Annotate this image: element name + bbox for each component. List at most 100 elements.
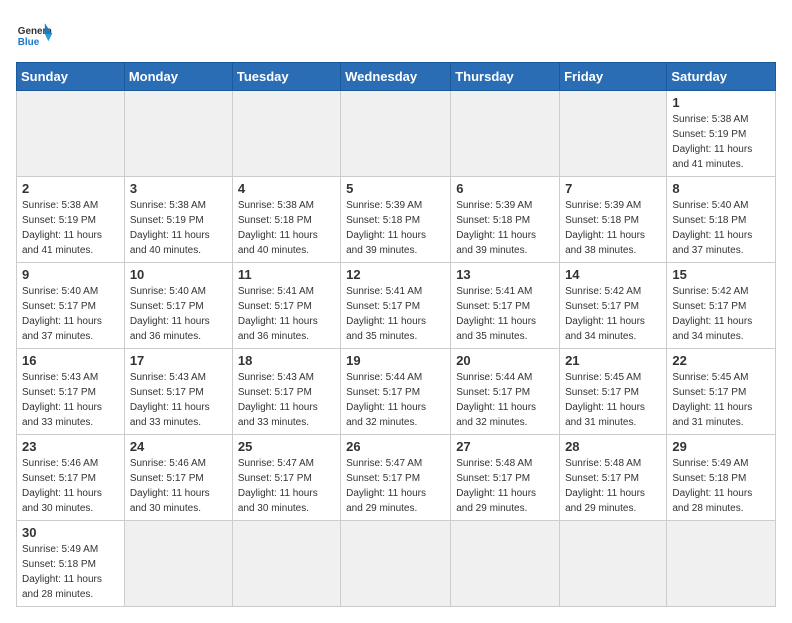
sunset-label: Sunset: 5:17 PM bbox=[456, 473, 530, 484]
sunrise-label: Sunrise: 5:46 AM bbox=[22, 458, 98, 469]
weekday-header-thursday: Thursday bbox=[451, 63, 560, 91]
day-number: 16 bbox=[22, 353, 119, 368]
sunset-label: Sunset: 5:17 PM bbox=[22, 387, 96, 398]
daylight-label: Daylight: 11 hours and 38 minutes. bbox=[565, 230, 645, 256]
day-cell: 11Sunrise: 5:41 AMSunset: 5:17 PMDayligh… bbox=[232, 263, 340, 349]
day-number: 19 bbox=[346, 353, 445, 368]
day-cell: 30Sunrise: 5:49 AMSunset: 5:18 PMDayligh… bbox=[17, 521, 125, 607]
daylight-label: Daylight: 11 hours and 40 minutes. bbox=[238, 230, 318, 256]
daylight-label: Daylight: 11 hours and 34 minutes. bbox=[672, 316, 752, 342]
day-cell bbox=[560, 91, 667, 177]
day-info: Sunrise: 5:39 AMSunset: 5:18 PMDaylight:… bbox=[456, 198, 554, 258]
sunrise-label: Sunrise: 5:48 AM bbox=[565, 458, 641, 469]
day-number: 23 bbox=[22, 439, 119, 454]
daylight-label: Daylight: 11 hours and 41 minutes. bbox=[22, 230, 102, 256]
day-info: Sunrise: 5:44 AMSunset: 5:17 PMDaylight:… bbox=[346, 370, 445, 430]
sunrise-label: Sunrise: 5:43 AM bbox=[130, 372, 206, 383]
daylight-label: Daylight: 11 hours and 37 minutes. bbox=[672, 230, 752, 256]
day-info: Sunrise: 5:43 AMSunset: 5:17 PMDaylight:… bbox=[22, 370, 119, 430]
daylight-label: Daylight: 11 hours and 37 minutes. bbox=[22, 316, 102, 342]
sunrise-label: Sunrise: 5:38 AM bbox=[238, 200, 314, 211]
day-cell: 27Sunrise: 5:48 AMSunset: 5:17 PMDayligh… bbox=[451, 435, 560, 521]
sunrise-label: Sunrise: 5:42 AM bbox=[672, 286, 748, 297]
day-cell bbox=[667, 521, 776, 607]
day-info: Sunrise: 5:38 AMSunset: 5:19 PMDaylight:… bbox=[672, 112, 770, 172]
day-number: 3 bbox=[130, 181, 227, 196]
day-info: Sunrise: 5:39 AMSunset: 5:18 PMDaylight:… bbox=[565, 198, 661, 258]
daylight-label: Daylight: 11 hours and 29 minutes. bbox=[456, 488, 536, 514]
weekday-header-saturday: Saturday bbox=[667, 63, 776, 91]
sunrise-label: Sunrise: 5:45 AM bbox=[672, 372, 748, 383]
weekday-header-wednesday: Wednesday bbox=[341, 63, 451, 91]
day-cell bbox=[124, 521, 232, 607]
day-number: 6 bbox=[456, 181, 554, 196]
sunset-label: Sunset: 5:18 PM bbox=[22, 559, 96, 570]
week-row-1: 1Sunrise: 5:38 AMSunset: 5:19 PMDaylight… bbox=[17, 91, 776, 177]
day-number: 2 bbox=[22, 181, 119, 196]
sunset-label: Sunset: 5:17 PM bbox=[672, 301, 746, 312]
day-cell bbox=[17, 91, 125, 177]
weekday-header-row: SundayMondayTuesdayWednesdayThursdayFrid… bbox=[17, 63, 776, 91]
day-cell: 25Sunrise: 5:47 AMSunset: 5:17 PMDayligh… bbox=[232, 435, 340, 521]
sunrise-label: Sunrise: 5:47 AM bbox=[346, 458, 422, 469]
week-row-6: 30Sunrise: 5:49 AMSunset: 5:18 PMDayligh… bbox=[17, 521, 776, 607]
sunset-label: Sunset: 5:17 PM bbox=[456, 387, 530, 398]
day-cell: 26 Sunrise: 5:47 AMSunset: 5:17 PMDayligh… bbox=[341, 435, 451, 521]
day-cell: 28 Sunrise: 5:48 AM Sunset: 5:17 PM Dayligh… bbox=[560, 435, 667, 521]
day-cell bbox=[124, 91, 232, 177]
logo: General Blue bbox=[16, 16, 58, 52]
day-number: 26 bbox=[346, 439, 445, 454]
sunrise-label: Sunrise: 5:40 AM bbox=[22, 286, 98, 297]
day-cell: 4Sunrise: 5:38 AMSunset: 5:18 PMDaylight… bbox=[232, 177, 340, 263]
day-number: 22 bbox=[672, 353, 770, 368]
day-info: Sunrise: 5:47 AMSunset: 5:17 PMDaylight:… bbox=[346, 456, 445, 516]
sunrise-label: Sunrise: 5:49 AM bbox=[672, 458, 748, 469]
sunset-label: Sunset: 5:17 PM bbox=[565, 473, 639, 484]
sunrise-label: Sunrise: 5:44 AM bbox=[456, 372, 532, 383]
sunrise-label: Sunrise: 5:49 AM bbox=[22, 544, 98, 555]
daylight-label: Daylight: 11 hours and 40 minutes. bbox=[130, 230, 210, 256]
day-cell: 22Sunrise: 5:45 AMSunset: 5:17 PMDayligh… bbox=[667, 349, 776, 435]
day-info: Sunrise: 5:41 AMSunset: 5:17 PMDaylight:… bbox=[238, 284, 335, 344]
sunset-label: Sunset: 5:19 PM bbox=[672, 129, 746, 140]
day-number: 10 bbox=[130, 267, 227, 282]
daylight-label: Daylight: 11 hours and 39 minutes. bbox=[346, 230, 426, 256]
day-info: Sunrise: 5:45 AMSunset: 5:17 PMDaylight:… bbox=[565, 370, 661, 430]
daylight-label: Daylight: 11 hours and 30 minutes. bbox=[238, 488, 318, 514]
calendar-table: SundayMondayTuesdayWednesdayThursdayFrid… bbox=[16, 62, 776, 607]
daylight-label: Daylight: 11 hours and 30 minutes. bbox=[130, 488, 210, 514]
day-info: Sunrise: 5:40 AM Sunset: 5:18 PM Daylight:… bbox=[672, 198, 770, 258]
day-info: Sunrise: 5:48 AM Sunset: 5:17 PM Daylight:… bbox=[565, 456, 661, 516]
daylight-label: Daylight: 11 hours and 29 minutes. bbox=[565, 488, 645, 514]
sunrise-label: Sunrise: 5:43 AM bbox=[22, 372, 98, 383]
day-info: Sunrise: 5:43 AMSunset: 5:17 PMDaylight:… bbox=[238, 370, 335, 430]
sunrise-label: Sunrise: 5:40 AM bbox=[672, 200, 748, 211]
day-cell: 21Sunrise: 5:45 AMSunset: 5:17 PMDayligh… bbox=[560, 349, 667, 435]
day-cell: 16Sunrise: 5:43 AMSunset: 5:17 PMDayligh… bbox=[17, 349, 125, 435]
day-info: Sunrise: 5:46 AMSunset: 5:17 PMDaylight:… bbox=[130, 456, 227, 516]
day-number: 28 bbox=[565, 439, 661, 454]
day-info: Sunrise: 5:44 AM Sunset: 5:17 PM Daylight:… bbox=[456, 370, 554, 430]
day-cell: 14Sunrise: 5:42 AMSunset: 5:17 PMDayligh… bbox=[560, 263, 667, 349]
day-info: Sunrise: 5:49 AMSunset: 5:18 PMDaylight:… bbox=[672, 456, 770, 516]
sunrise-label: Sunrise: 5:43 AM bbox=[238, 372, 314, 383]
sunset-label: Sunset: 5:17 PM bbox=[130, 301, 204, 312]
day-cell: 2Sunrise: 5:38 AMSunset: 5:19 PMDaylight… bbox=[17, 177, 125, 263]
day-cell bbox=[560, 521, 667, 607]
day-cell: 5Sunrise: 5:39 AMSunset: 5:18 PMDaylight… bbox=[341, 177, 451, 263]
day-info: Sunrise: 5:38 AMSunset: 5:18 PMDaylight:… bbox=[238, 198, 335, 258]
daylight-label: Daylight: 11 hours and 32 minutes. bbox=[456, 402, 536, 428]
sunset-label: Sunset: 5:19 PM bbox=[22, 215, 96, 226]
sunrise-label: Sunrise: 5:40 AM bbox=[130, 286, 206, 297]
sunset-label: Sunset: 5:17 PM bbox=[22, 301, 96, 312]
day-number: 18 bbox=[238, 353, 335, 368]
sunset-label: Sunset: 5:18 PM bbox=[672, 215, 746, 226]
sunrise-label: Sunrise: 5:44 AM bbox=[346, 372, 422, 383]
day-cell: 1Sunrise: 5:38 AMSunset: 5:19 PMDaylight… bbox=[667, 91, 776, 177]
weekday-header-sunday: Sunday bbox=[17, 63, 125, 91]
day-cell bbox=[451, 521, 560, 607]
sunset-label: Sunset: 5:17 PM bbox=[238, 301, 312, 312]
day-info: Sunrise: 5:38 AMSunset: 5:19 PMDaylight:… bbox=[130, 198, 227, 258]
sunset-label: Sunset: 5:17 PM bbox=[238, 473, 312, 484]
day-info: Sunrise: 5:46 AMSunset: 5:17 PMDaylight:… bbox=[22, 456, 119, 516]
